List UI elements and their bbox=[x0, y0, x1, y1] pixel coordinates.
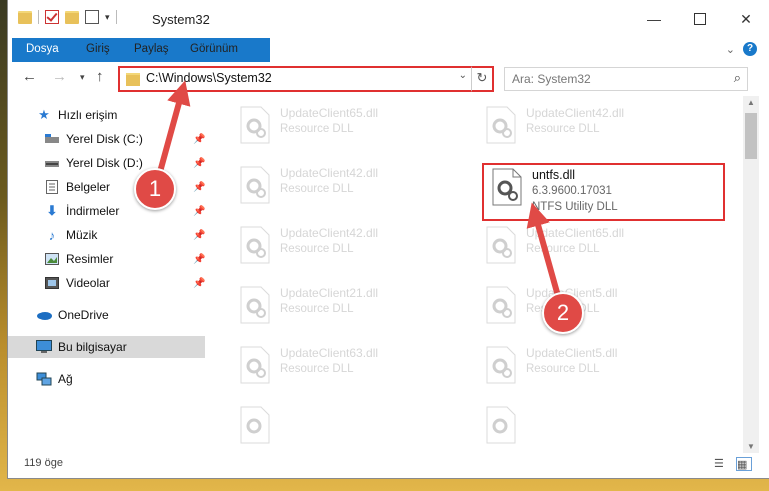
callout-2: 2 bbox=[542, 292, 584, 334]
callout-1: 1 bbox=[134, 168, 176, 210]
arrow-2 bbox=[526, 202, 561, 297]
arrow-1 bbox=[157, 80, 191, 173]
annotation-arrows bbox=[157, 80, 561, 297]
